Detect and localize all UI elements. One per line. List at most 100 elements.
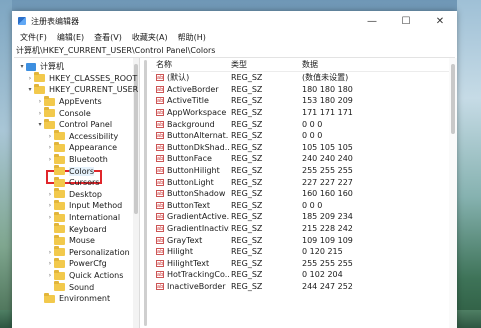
tree-node[interactable]: › Console — [36, 107, 91, 119]
chevron-right-icon[interactable]: › — [36, 110, 44, 117]
list-scroll-thumb[interactable] — [451, 64, 455, 134]
table-row[interactable]: ab Background REG_SZ 0 0 0 — [151, 118, 457, 130]
table-row[interactable]: ab ButtonAlternat... REG_SZ 0 0 0 — [151, 130, 457, 142]
chevron-right-icon[interactable]: › — [46, 191, 54, 198]
chevron-right-icon[interactable]: › — [46, 133, 54, 140]
tree-node[interactable]: › Bluetooth — [46, 153, 108, 166]
chevron-down-icon[interactable]: ▾ — [26, 86, 34, 93]
tree-node[interactable]: ▾ Control Panel — [36, 118, 112, 131]
chevron-down-icon[interactable]: ▾ — [18, 63, 26, 70]
value-type-cell: REG_SZ — [231, 73, 263, 83]
chevron-right-icon[interactable]: › — [26, 75, 34, 82]
value-data-cell: 185 209 234 — [302, 212, 353, 222]
chevron-right-icon[interactable]: › — [36, 98, 44, 105]
column-type-header[interactable]: 类型 — [229, 59, 302, 70]
table-row[interactable]: ab ButtonText REG_SZ 0 0 0 — [151, 200, 457, 212]
tree-node[interactable]: Colors — [46, 165, 95, 177]
value-type-cell: REG_SZ — [231, 258, 263, 268]
value-name: HotTrackingCo... — [167, 270, 229, 280]
tree-node[interactable]: Cursors — [46, 176, 99, 189]
string-value-icon: ab — [156, 201, 164, 209]
chevron-right-icon[interactable]: › — [46, 214, 54, 221]
tree-node[interactable]: › HKEY_CLASSES_ROOT — [26, 72, 137, 85]
table-row[interactable]: ab ButtonShadow REG_SZ 160 160 160 — [151, 188, 457, 200]
tree-node[interactable]: › AppEvents — [36, 95, 102, 108]
value-type-cell: REG_SZ — [231, 212, 263, 222]
menu-view[interactable]: 查看(V) — [89, 32, 127, 43]
menu-favorites[interactable]: 收藏夹(A) — [127, 32, 173, 43]
string-value-icon: ab — [156, 132, 164, 140]
tree-node[interactable]: ▾ 计算机 — [18, 61, 64, 73]
value-name: ButtonText — [167, 200, 210, 210]
desktop-background-left — [0, 0, 12, 328]
tree-node[interactable]: Sound — [46, 281, 94, 293]
minimize-button[interactable]: — — [355, 11, 389, 31]
tree-node-label: Accessibility — [69, 131, 119, 141]
table-row[interactable]: ab ButtonFace REG_SZ 240 240 240 — [151, 153, 457, 165]
tree-node[interactable]: Environment — [36, 292, 111, 305]
splitter-bar[interactable] — [144, 60, 147, 326]
table-row[interactable]: ab ButtonDkShad... REG_SZ 105 105 105 — [151, 142, 457, 154]
value-name-cell: ab GradientInactiv... — [151, 224, 229, 233]
table-row[interactable]: ab ActiveBorder REG_SZ 180 180 180 — [151, 84, 457, 96]
tree-node[interactable]: ▾ HKEY_CURRENT_USER — [26, 83, 138, 96]
table-row[interactable]: ab ActiveTitle REG_SZ 153 180 209 — [151, 95, 457, 107]
column-data-header[interactable]: 数据 — [302, 59, 457, 70]
column-name-header[interactable]: 名称 — [151, 59, 229, 70]
table-row[interactable]: ab ButtonLight REG_SZ 227 227 227 — [151, 176, 457, 188]
tree-node[interactable]: Keyboard — [46, 223, 107, 235]
values-list: 名称 类型 数据 ab (默认) REG_SZ (数值未设置) ab ActiveBord… — [151, 58, 457, 328]
table-row[interactable]: ab Hilight REG_SZ 0 120 215 — [151, 246, 457, 258]
value-type-cell: REG_SZ — [231, 224, 263, 234]
pane-splitter[interactable] — [140, 58, 151, 328]
string-value-icon: ab — [156, 271, 164, 279]
chevron-right-icon[interactable]: › — [46, 260, 54, 267]
menu-edit[interactable]: 编辑(E) — [52, 32, 89, 43]
table-row[interactable]: ab InactiveBorder REG_SZ 244 247 252 — [151, 281, 457, 293]
value-data-cell: 0 120 215 — [302, 247, 343, 257]
value-name: ButtonLight — [167, 177, 214, 187]
tree-node[interactable]: › PowerCfg — [46, 257, 107, 270]
tree-node-label: Appearance — [69, 143, 118, 153]
table-row[interactable]: ab GrayText REG_SZ 109 109 109 — [151, 234, 457, 246]
chevron-right-icon[interactable]: › — [46, 144, 54, 151]
tree-scrollbar[interactable] — [133, 58, 139, 328]
tree-node[interactable]: › Accessibility — [46, 130, 119, 143]
folder-icon — [54, 223, 65, 234]
chevron-down-icon[interactable]: ▾ — [36, 121, 44, 128]
tree-node[interactable]: › Desktop — [46, 188, 102, 201]
tree-node-label: Environment — [59, 294, 111, 304]
value-data-cell: 240 240 240 — [302, 154, 353, 164]
table-row[interactable]: ab HotTrackingCo... REG_SZ 0 102 204 — [151, 269, 457, 281]
table-row[interactable]: ab AppWorkspace REG_SZ 171 171 171 — [151, 107, 457, 119]
chevron-right-icon[interactable]: › — [46, 272, 54, 279]
value-data-cell: 255 255 255 — [302, 258, 353, 268]
string-value-icon: ab — [156, 282, 164, 290]
tree-node-label: AppEvents — [59, 97, 102, 107]
chevron-right-icon[interactable]: › — [46, 249, 54, 256]
menu-file[interactable]: 文件(F) — [15, 32, 52, 43]
table-row[interactable]: ab GradientActive... REG_SZ 185 209 234 — [151, 211, 457, 223]
list-scrollbar[interactable] — [449, 58, 457, 328]
folder-icon — [54, 257, 65, 268]
address-bar[interactable]: 计算机\HKEY_CURRENT_USER\Control Panel\Colo… — [14, 43, 455, 58]
tree-node[interactable]: › Input Method — [46, 199, 122, 212]
menu-help[interactable]: 帮助(H) — [173, 32, 211, 43]
chevron-right-icon[interactable]: › — [46, 202, 54, 209]
tree-node[interactable]: › Appearance — [46, 141, 118, 154]
tree-node[interactable]: › Personalization — [46, 246, 130, 259]
chevron-right-icon[interactable]: › — [46, 156, 54, 163]
close-button[interactable]: ✕ — [423, 11, 457, 31]
table-row[interactable]: ab (默认) REG_SZ (数值未设置) — [151, 72, 457, 84]
tree-node[interactable]: › International — [46, 211, 120, 224]
tree-node[interactable]: › Quick Actions — [46, 269, 123, 282]
table-row[interactable]: ab GradientInactiv... REG_SZ 215 228 242 — [151, 223, 457, 235]
maximize-button[interactable]: ☐ — [389, 11, 423, 31]
value-name: HilightText — [167, 258, 210, 268]
folder-icon — [54, 234, 65, 245]
tree-node[interactable]: Mouse — [46, 234, 95, 247]
table-row[interactable]: ab ButtonHilight REG_SZ 255 255 255 — [151, 165, 457, 177]
table-row[interactable]: ab HilightText REG_SZ 255 255 255 — [151, 258, 457, 270]
title-bar[interactable]: 注册表编辑器 — ☐ ✕ — [12, 11, 457, 31]
tree-node-label: Keyboard — [69, 224, 107, 234]
